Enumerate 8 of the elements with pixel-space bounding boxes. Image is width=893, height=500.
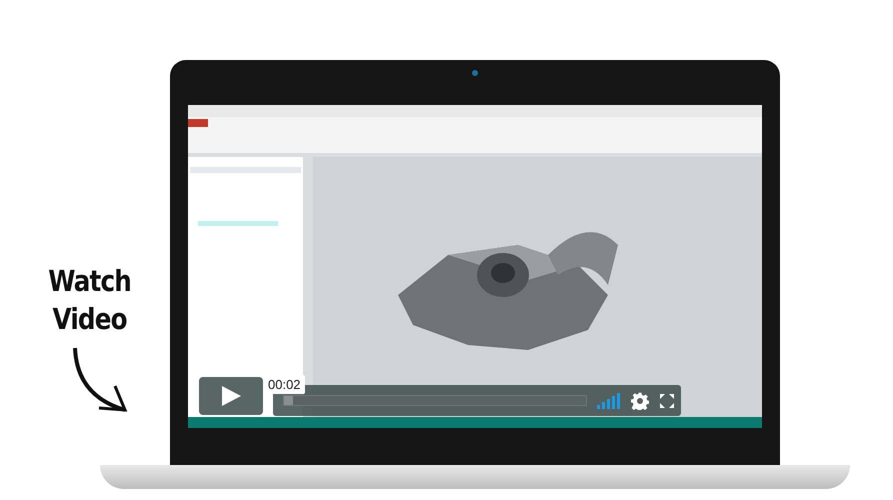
play-button[interactable] [199, 377, 263, 415]
settings-icon[interactable] [631, 392, 649, 410]
watch-video-heading: Watch [48, 263, 132, 300]
watch-video-heading: Video [52, 301, 128, 338]
progress-track[interactable] [283, 395, 587, 406]
fullscreen-icon[interactable] [659, 392, 675, 408]
camera-icon [472, 70, 478, 76]
play-icon [220, 385, 242, 407]
